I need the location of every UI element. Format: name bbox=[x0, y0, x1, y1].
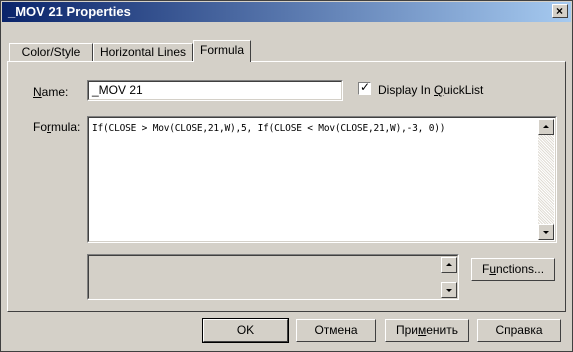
scroll-up-button[interactable] bbox=[538, 119, 554, 135]
tab-color-style-label: Color/Style bbox=[21, 45, 81, 59]
scroll-down-arrow-icon bbox=[446, 289, 452, 292]
name-input[interactable]: _MOV 21 bbox=[87, 80, 343, 101]
description-box bbox=[87, 254, 459, 300]
formula-text: If(CLOSE > Mov(CLOSE,21,W),5, If(CLOSE <… bbox=[92, 123, 446, 134]
formula-editor[interactable]: If(CLOSE > Mov(CLOSE,21,W),5, If(CLOSE <… bbox=[87, 116, 557, 243]
scroll-down-button[interactable] bbox=[538, 224, 554, 240]
help-button[interactable]: Справка bbox=[477, 319, 561, 342]
checkmark-icon: ✓ bbox=[360, 80, 371, 94]
tab-horizontal-lines-label: Horizontal Lines bbox=[99, 45, 187, 59]
tab-color-style[interactable]: Color/Style bbox=[9, 43, 93, 62]
apply-button[interactable]: Применить bbox=[385, 319, 469, 342]
functions-button[interactable]: Functions... bbox=[471, 258, 555, 281]
tab-formula-label: Formula bbox=[199, 43, 244, 57]
tab-horizontal-lines[interactable]: Horizontal Lines bbox=[93, 43, 193, 62]
properties-dialog: _MOV 21 Properties × Color/Style Horizon… bbox=[0, 0, 573, 352]
cancel-button[interactable]: Отмена bbox=[296, 319, 376, 342]
formula-label: Formula: bbox=[33, 120, 81, 134]
display-in-quicklist-label[interactable]: Display In QuickList bbox=[378, 83, 483, 97]
scroll-up-arrow-icon bbox=[543, 125, 549, 128]
title-bar[interactable]: _MOV 21 Properties × bbox=[2, 2, 571, 22]
scroll-down-arrow-icon bbox=[543, 231, 549, 234]
description-scroll-up-button[interactable] bbox=[441, 257, 457, 273]
tab-formula[interactable]: Formula bbox=[193, 40, 251, 62]
description-scroll-down-button[interactable] bbox=[441, 282, 457, 298]
ok-button[interactable]: OK bbox=[202, 318, 289, 343]
close-icon: × bbox=[556, 4, 564, 18]
name-input-value: _MOV 21 bbox=[92, 83, 143, 97]
display-in-quicklist-checkbox[interactable]: ✓ bbox=[358, 80, 371, 95]
name-label: Name: bbox=[33, 85, 69, 99]
close-button[interactable]: × bbox=[552, 4, 568, 18]
scroll-up-arrow-icon bbox=[446, 263, 452, 266]
formula-scrollbar[interactable] bbox=[538, 119, 554, 240]
window-title: _MOV 21 Properties bbox=[8, 4, 131, 19]
